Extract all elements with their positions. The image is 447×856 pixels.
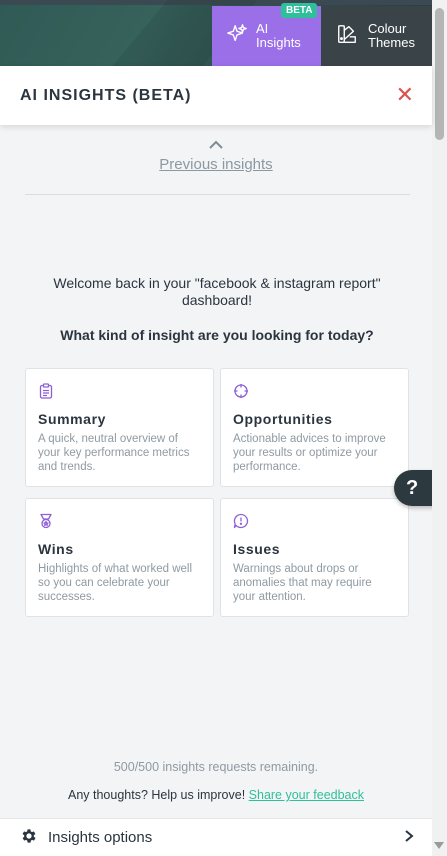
summary-card[interactable]: Summary A quick, neutral overview of you… <box>25 368 214 487</box>
crosshair-icon <box>233 383 249 399</box>
palette-icon <box>336 23 358 49</box>
requests-remaining: 500/500 insights requests remaining. <box>113 760 319 774</box>
panel-header: AI INSIGHTS (BETA) ✕ <box>0 66 432 125</box>
alert-bubble-icon <box>233 513 249 529</box>
wins-card[interactable]: Wins Highlights of what worked well so y… <box>25 498 214 617</box>
colour-themes-tab[interactable]: Colour Themes <box>322 6 432 66</box>
issues-card[interactable]: Issues Warnings about drops or anomalies… <box>220 498 409 617</box>
wins-card-description: Highlights of what worked well so you ca… <box>38 563 193 603</box>
chevron-up-icon[interactable] <box>0 138 432 152</box>
ai-insights-tab-label: AI Insights <box>256 22 301 50</box>
summary-card-title: Summary <box>38 411 107 427</box>
sparkle-icon <box>226 23 248 49</box>
wins-card-title: Wins <box>38 541 74 557</box>
welcome-message: Welcome back in your "facebook & instagr… <box>53 275 381 308</box>
ai-tab-line2: Insights <box>256 35 301 50</box>
opportunities-card[interactable]: Opportunities Actionable advices to impr… <box>220 368 409 487</box>
share-feedback-link[interactable]: Share your feedback <box>249 788 364 802</box>
question-mark-icon: ? <box>406 476 419 499</box>
feedback-text: Any thoughts? Help us improve! <box>67 788 246 802</box>
theme-tab-line1: Colour <box>368 21 407 36</box>
ai-tab-line1: AI <box>256 21 269 36</box>
previous-insights-link[interactable]: Previous insights <box>159 156 272 173</box>
opportunities-card-description: Actionable advices to improve your resul… <box>233 433 386 473</box>
gear-icon <box>20 827 38 849</box>
chevron-right-icon <box>404 827 414 848</box>
colour-themes-tab-label: Colour Themes <box>368 22 415 50</box>
theme-tab-line2: Themes <box>368 35 415 50</box>
insights-options-label: Insights options <box>48 829 153 846</box>
opportunities-card-title: Opportunities <box>233 411 333 427</box>
beta-badge: BETA <box>281 3 318 18</box>
scroll-down-arrow-icon[interactable] <box>434 842 444 849</box>
previous-insights: Previous insights <box>0 138 432 173</box>
summary-card-description: A quick, neutral overview of your key pe… <box>38 433 190 473</box>
insights-options-row[interactable]: Insights options <box>0 818 432 856</box>
clipboard-icon <box>38 383 54 399</box>
panel-title: AI INSIGHTS (BETA) <box>20 86 192 104</box>
insight-question: What kind of insight are you looking for… <box>60 327 374 343</box>
divider <box>25 194 410 195</box>
issues-card-title: Issues <box>233 541 281 557</box>
issues-card-description: Warnings about drops or anomalies that m… <box>233 563 372 603</box>
feedback-line: Any thoughts? Help us improve! Share you… <box>0 788 432 802</box>
scrollbar-thumb[interactable] <box>435 8 444 140</box>
close-icon[interactable]: ✕ <box>396 84 414 107</box>
medal-icon <box>38 513 54 529</box>
